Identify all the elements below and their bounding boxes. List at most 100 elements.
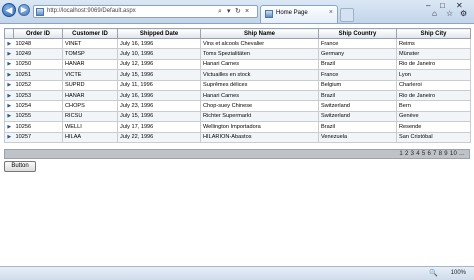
- minimize-icon[interactable]: –: [426, 1, 430, 10]
- order-id-cell: 10252: [13, 79, 63, 91]
- address-url[interactable]: http://localhost:9069/Default.aspx: [47, 8, 136, 14]
- customer-id-cell: HILAA: [62, 131, 118, 143]
- status-bar: 🔍 100%: [0, 266, 474, 280]
- grid-pager: 1 2 3 4 5 6 7 8 9 10 ...: [4, 149, 470, 159]
- expand-arrow-icon[interactable]: ▶: [4, 58, 14, 71]
- ship-city-cell: Lyon: [396, 69, 471, 81]
- shipped-date-cell: July 12, 1996: [117, 58, 201, 71]
- ship-name-cell: Suprêmes délices: [200, 79, 319, 91]
- customer-id-cell: SUPRD: [62, 79, 118, 91]
- table-row[interactable]: ▶ 10257 HILAA July 22, 1996 HILARION-Abastos…: [4, 131, 471, 143]
- ship-name-cell: Chop-suey Chinese: [200, 100, 319, 112]
- customer-id-cell: RICSU: [62, 110, 118, 123]
- browser-toolbar: ◀ ▶ http://localhost:9069/Default.aspx ⌕…: [0, 0, 474, 24]
- zoom-level[interactable]: 100%: [451, 270, 466, 276]
- dropdown-arrow-icon[interactable]: ▾: [227, 7, 231, 17]
- back-arrow-icon[interactable]: ◀: [2, 3, 16, 17]
- expand-arrow-icon[interactable]: ▶: [4, 131, 14, 143]
- ship-country-cell: Belgium: [318, 79, 397, 91]
- order-id-cell: 10255: [13, 110, 63, 123]
- table-row[interactable]: ▶ 10251 VICTE July 15, 1996 Victuailles en s…: [4, 69, 471, 81]
- ship-name-cell: HILARION-Abastos: [200, 131, 319, 143]
- ship-country-cell: France: [318, 69, 397, 81]
- shipped-date-cell: July 16, 1996: [117, 89, 201, 102]
- address-bar[interactable]: http://localhost:9069/Default.aspx ⌕ ▾ ↻…: [33, 5, 258, 18]
- expand-arrow-icon[interactable]: ▶: [4, 79, 14, 91]
- table-row[interactable]: ▶ 10250 HANAR July 12, 1996 Hanari Carnes Bra…: [4, 58, 471, 71]
- ship-name-cell: Victuailles en stock: [200, 69, 319, 81]
- order-id-cell: 10253: [13, 89, 63, 102]
- order-id-cell: 10249: [13, 48, 63, 60]
- table-row[interactable]: ▶ 10253 HANAR July 16, 1996 Hanari Carnes Bra…: [4, 89, 471, 102]
- customer-id-cell: HANAR: [62, 58, 118, 71]
- table-row[interactable]: ▶ 10252 SUPRD July 11, 1996 Suprêmes délices…: [4, 79, 471, 91]
- ship-country-cell: Switzerland: [318, 100, 397, 112]
- expand-arrow-icon[interactable]: ▶: [4, 48, 14, 60]
- ship-name-cell: Toms Spezialitäten: [200, 48, 319, 60]
- close-icon[interactable]: ×: [329, 9, 333, 16]
- expand-arrow-icon[interactable]: ▶: [4, 110, 14, 123]
- shipped-date-cell: July 11, 1996: [117, 79, 201, 91]
- header-ship-city[interactable]: Ship City: [396, 28, 471, 39]
- page-content: Order ID Customer ID Shipped Date Ship N…: [0, 25, 474, 265]
- header-shipped-date[interactable]: Shipped Date: [117, 28, 201, 39]
- ship-name-cell: Wellington Importadora: [200, 121, 319, 133]
- tab-title: Home Page: [276, 10, 308, 16]
- page-icon: [36, 8, 44, 16]
- shipped-date-cell: July 16, 1996: [117, 37, 201, 50]
- refresh-icon[interactable]: ↻: [235, 7, 241, 17]
- zoom-icon[interactable]: 🔍: [429, 269, 438, 277]
- ship-country-cell: Brazil: [318, 89, 397, 102]
- customer-id-cell: HANAR: [62, 89, 118, 102]
- header-customer-id[interactable]: Customer ID: [62, 28, 118, 39]
- shipped-date-cell: July 10, 1996: [117, 48, 201, 60]
- table-row[interactable]: ▶ 10254 CHOPS July 23, 1996 Chop-suey Chines…: [4, 100, 471, 112]
- search-icon[interactable]: ⌕: [218, 7, 222, 17]
- orders-grid: Order ID Customer ID Shipped Date Ship N…: [4, 28, 471, 143]
- pager-page-links[interactable]: 1 2 3 4 5 6 7 8 9 10 ...: [399, 151, 465, 157]
- submit-button[interactable]: Button: [4, 161, 36, 172]
- header-ship-country[interactable]: Ship Country: [318, 28, 397, 39]
- shipped-date-cell: July 17, 1996: [117, 121, 201, 133]
- forward-arrow-icon[interactable]: ▶: [18, 4, 30, 16]
- shipped-date-cell: July 22, 1996: [117, 131, 201, 143]
- page-icon: [265, 10, 273, 18]
- star-icon[interactable]: ☆: [446, 9, 453, 18]
- ship-country-cell: Venezuela: [318, 131, 397, 143]
- gear-icon[interactable]: ⚙: [460, 9, 467, 18]
- order-id-cell: 10248: [13, 37, 63, 50]
- ship-country-cell: Brazil: [318, 121, 397, 133]
- header-ship-name[interactable]: Ship Name: [200, 28, 319, 39]
- order-id-cell: 10254: [13, 100, 63, 112]
- expand-arrow-icon[interactable]: ▶: [4, 69, 14, 81]
- header-expand: [4, 28, 14, 39]
- ship-city-cell: Rio de Janeiro: [396, 89, 471, 102]
- customer-id-cell: CHOPS: [62, 100, 118, 112]
- stop-icon[interactable]: ×: [245, 7, 249, 17]
- tab-home-page[interactable]: Home Page ×: [260, 5, 338, 23]
- grid-header-row: Order ID Customer ID Shipped Date Ship N…: [4, 28, 471, 39]
- ship-city-cell: Bern: [396, 100, 471, 112]
- expand-arrow-icon[interactable]: ▶: [4, 89, 14, 102]
- expand-arrow-icon[interactable]: ▶: [4, 121, 14, 133]
- ship-city-cell: Münster: [396, 48, 471, 60]
- customer-id-cell: TOMSP: [62, 48, 118, 60]
- order-id-cell: 10256: [13, 121, 63, 133]
- table-row[interactable]: ▶ 10248 VINET July 16, 1996 Vins et alcools …: [4, 37, 471, 50]
- home-icon[interactable]: ⌂: [432, 9, 437, 18]
- ship-city-cell: Genève: [396, 110, 471, 123]
- ship-name-cell: Richter Supermarkt: [200, 110, 319, 123]
- ship-city-cell: Resende: [396, 121, 471, 133]
- ship-country-cell: Germany: [318, 48, 397, 60]
- ship-city-cell: Rio de Janeiro: [396, 58, 471, 71]
- expand-arrow-icon[interactable]: ▶: [4, 37, 14, 50]
- table-row[interactable]: ▶ 10249 TOMSP July 10, 1996 Toms Spezialität…: [4, 48, 471, 60]
- ship-country-cell: Switzerland: [318, 110, 397, 123]
- new-tab-button[interactable]: [340, 8, 354, 22]
- expand-arrow-icon[interactable]: ▶: [4, 100, 14, 112]
- table-row[interactable]: ▶ 10255 RICSU July 15, 1996 Richter Supermar…: [4, 110, 471, 123]
- maximize-icon[interactable]: □: [440, 1, 445, 10]
- header-order-id[interactable]: Order ID: [13, 28, 63, 39]
- customer-id-cell: VICTE: [62, 69, 118, 81]
- table-row[interactable]: ▶ 10256 WELLI July 17, 1996 Wellington Impor…: [4, 121, 471, 133]
